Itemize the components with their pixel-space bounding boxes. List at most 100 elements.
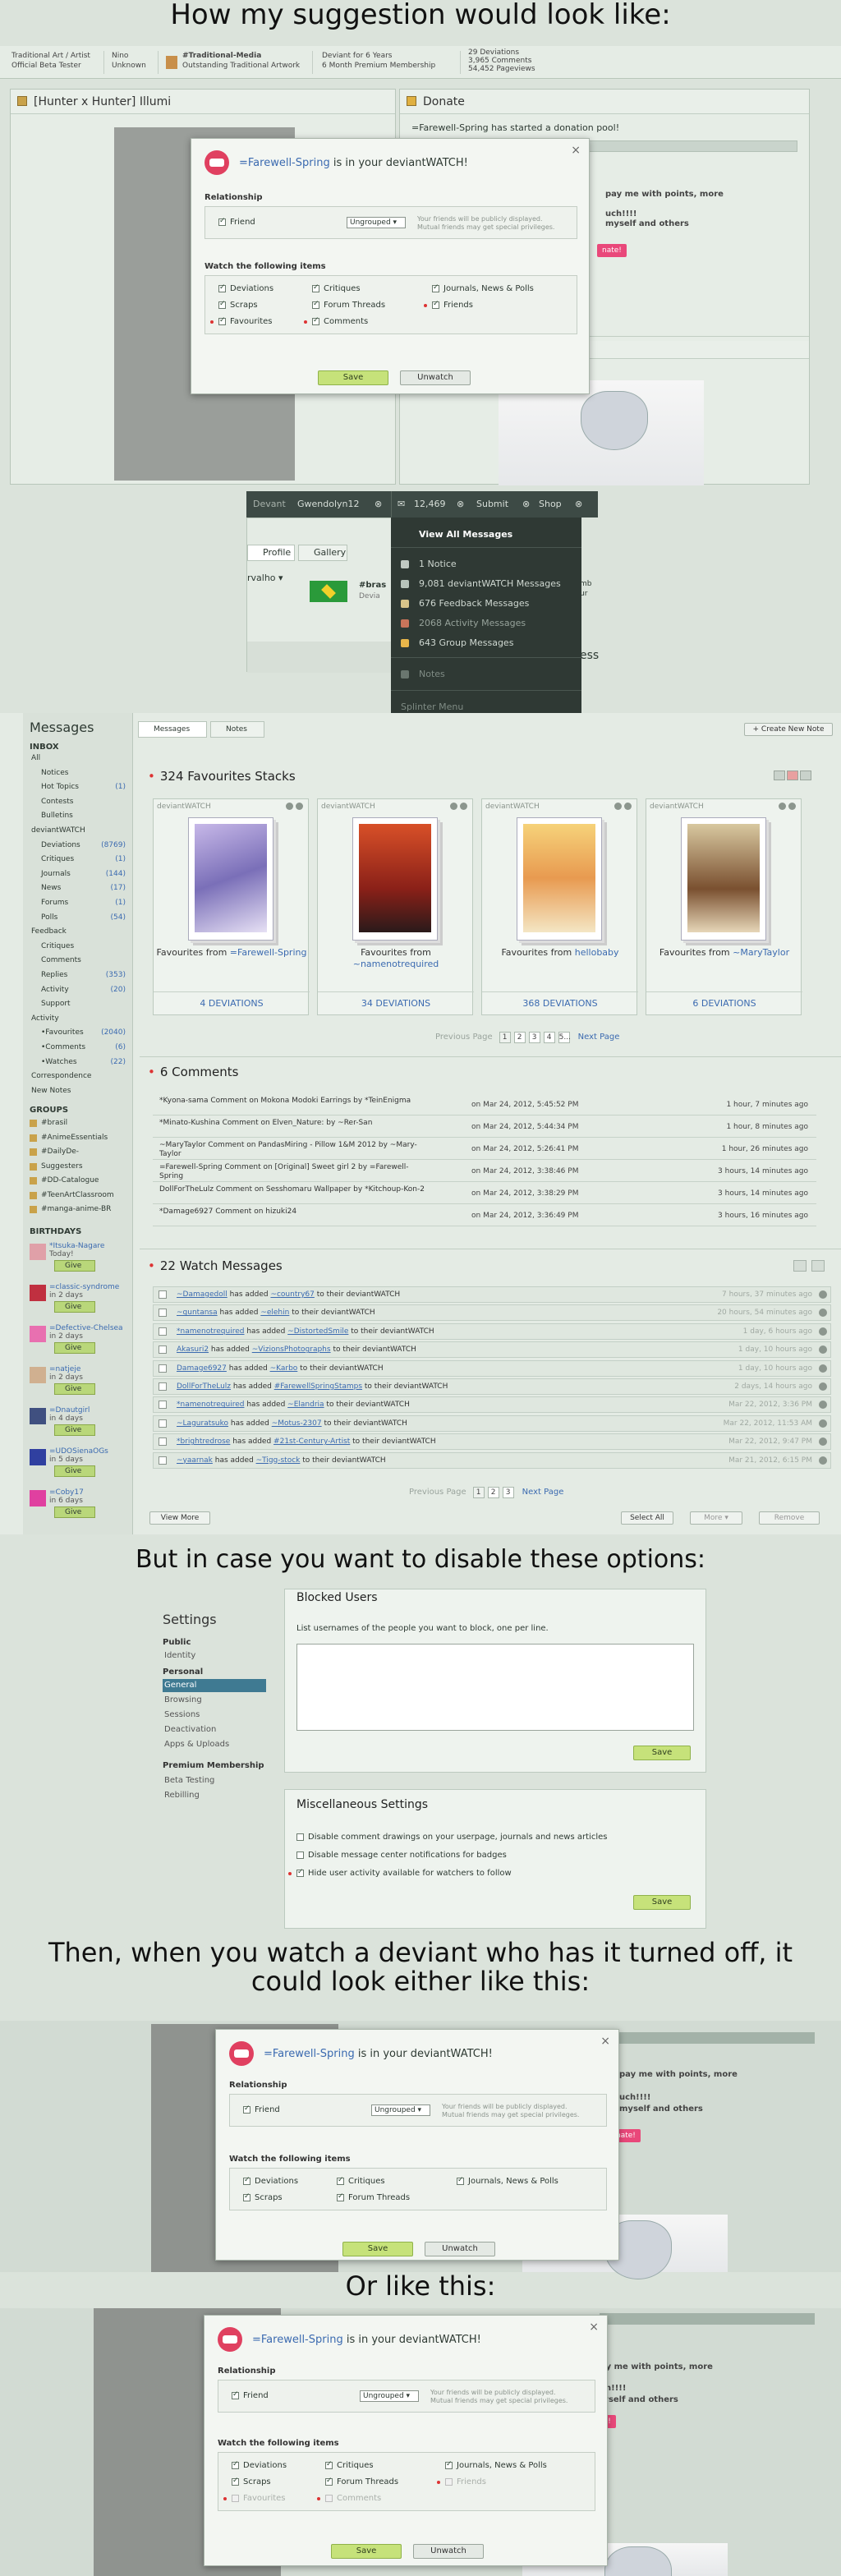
watch-select-checkbox[interactable] xyxy=(159,1382,167,1391)
sidebar-item[interactable]: Feedback xyxy=(31,927,122,936)
sidebar-item[interactable]: Critiques xyxy=(41,855,122,863)
birthday-user[interactable]: =natjeje xyxy=(49,1365,80,1373)
watch-select-checkbox[interactable] xyxy=(159,1327,167,1336)
group-item[interactable]: #TeenArtClassroom xyxy=(41,1191,114,1199)
view-more-button[interactable]: View More xyxy=(149,1511,210,1525)
give-button[interactable]: Give xyxy=(54,1506,95,1518)
birthday-user[interactable]: =UDOSienaOGs xyxy=(49,1447,108,1456)
close-icon-b[interactable]: × xyxy=(600,2035,610,2048)
favourites-checkbox[interactable]: Favourites xyxy=(218,316,273,326)
watch-select-checkbox[interactable] xyxy=(159,1401,167,1410)
sidebar-item[interactable]: New Notes xyxy=(31,1087,122,1095)
save-button-b[interactable]: Save xyxy=(342,2242,413,2256)
stack-menu-icon[interactable] xyxy=(614,803,622,810)
sidebar-item[interactable]: Notices xyxy=(41,769,122,777)
critiques-checkbox-c[interactable]: Critiques xyxy=(325,2460,374,2470)
group-item[interactable]: #DD-Catalogue xyxy=(41,1176,99,1184)
stack-menu-icon[interactable] xyxy=(779,803,786,810)
more-button[interactable]: More ▾ xyxy=(690,1511,742,1525)
watch-row[interactable]: *brightredrose has added #21st-Century-A… xyxy=(153,1433,831,1451)
view-grid-icon[interactable] xyxy=(774,770,785,780)
sidebar-item[interactable]: Correspondence xyxy=(31,1072,122,1080)
scraps-checkbox-c[interactable]: Scraps xyxy=(232,2477,271,2486)
remove-button[interactable]: Remove xyxy=(759,1511,820,1525)
critiques-checkbox-b[interactable]: Critiques xyxy=(337,2176,385,2186)
watch-user[interactable]: *namenotrequired xyxy=(177,1327,244,1336)
unwatch-button[interactable]: Unwatch xyxy=(400,370,471,385)
messages-icon[interactable]: ✉ xyxy=(398,499,405,509)
stack-menu-icon[interactable] xyxy=(286,803,293,810)
collapse-icon[interactable] xyxy=(793,1260,807,1272)
unwatch-button-b[interactable]: Unwatch xyxy=(425,2242,495,2256)
watch-row[interactable]: Damage6927 has added ~Karbo to their dev… xyxy=(153,1359,831,1377)
remove-icon[interactable] xyxy=(819,1456,827,1465)
prev-page-2[interactable]: Previous Page xyxy=(409,1488,466,1497)
comment-row[interactable]: =Farewell-Spring Comment on [Original] S… xyxy=(153,1162,816,1182)
friend-checkbox[interactable]: Friend xyxy=(218,217,255,227)
select-all-button[interactable]: Select All xyxy=(621,1511,673,1525)
comment-text[interactable]: *Minato-Kushina Comment on Elven_Nature:… xyxy=(159,1119,430,1128)
view-all-messages[interactable]: View All Messages xyxy=(419,529,512,540)
settings-browsing[interactable]: Browsing xyxy=(164,1695,202,1704)
group-item[interactable]: #manga-anime-BR xyxy=(41,1205,111,1213)
group-select-b[interactable]: Ungrouped ▾ xyxy=(371,2104,430,2116)
settings-beta[interactable]: Beta Testing xyxy=(164,1776,214,1785)
group-select[interactable]: Ungrouped ▾ xyxy=(347,217,406,228)
watch-target[interactable]: ~Motus-2307 xyxy=(272,1419,322,1428)
view-detail-icon[interactable] xyxy=(800,770,811,780)
watch-user[interactable]: ~guntansa xyxy=(177,1309,218,1317)
stack-count[interactable]: 368 Deviations xyxy=(482,991,638,1014)
stack-close-icon[interactable] xyxy=(460,803,467,810)
group-select-c[interactable]: Ungrouped ▾ xyxy=(360,2390,419,2402)
disable-drawings-checkbox[interactable]: Disable comment drawings on your userpag… xyxy=(296,1833,607,1842)
settings-apps[interactable]: Apps & Uploads xyxy=(164,1740,229,1749)
message-count[interactable]: 12,469 xyxy=(414,499,446,509)
watch-row[interactable]: ~yaarnak has added ~Tigg-stock to their … xyxy=(153,1451,831,1469)
forum-checkbox[interactable]: Forum Threads xyxy=(312,300,385,310)
group-item[interactable]: 643 Group Messages xyxy=(419,637,513,648)
donate-button[interactable]: nate! xyxy=(597,244,627,257)
watch-target[interactable]: ~Elandria xyxy=(287,1401,324,1409)
stack-close-icon[interactable] xyxy=(624,803,632,810)
prev-page[interactable]: Previous Page xyxy=(435,1033,493,1042)
stack-thumbnail[interactable] xyxy=(523,824,595,932)
chevron-down-icon[interactable]: ⊗ xyxy=(375,499,382,509)
sidebar-item[interactable]: News xyxy=(41,884,122,892)
favourites-stack[interactable]: deviantWATCH Favourites from hellobaby 368… xyxy=(481,798,638,1015)
give-button[interactable]: Give xyxy=(54,1301,95,1313)
avatar[interactable] xyxy=(30,1244,46,1260)
notice-item[interactable]: 1 Notice xyxy=(419,559,457,569)
group-item[interactable]: #DailyDe- xyxy=(41,1148,79,1156)
featured-group[interactable]: #Traditional-Media Outstanding Traditiona… xyxy=(182,51,300,71)
page-number[interactable]: 2 xyxy=(487,1487,499,1498)
watch-row[interactable]: Akasuri2 has added ~VizionsPhotographs t… xyxy=(153,1341,831,1359)
comment-row[interactable]: *Kyona-sama Comment on Mokona Modoki Ear… xyxy=(153,1096,816,1116)
birthday-user[interactable]: =Dnautgirl xyxy=(49,1406,90,1414)
hide-activity-checkbox[interactable]: Hide user activity available for watcher… xyxy=(296,1868,512,1878)
sidebar-item[interactable]: Bulletins xyxy=(41,812,122,820)
watch-user[interactable]: Damage6927 xyxy=(177,1364,227,1373)
friend-checkbox-c[interactable]: Friend xyxy=(232,2390,269,2400)
blocked-users-textarea[interactable] xyxy=(296,1644,694,1731)
forum-checkbox-c[interactable]: Forum Threads xyxy=(325,2477,398,2486)
tab-notes[interactable]: Notes xyxy=(210,721,264,738)
watch-row[interactable]: ~Laguratsuko has added ~Motus-2307 to th… xyxy=(153,1414,831,1432)
page-number[interactable]: 1 xyxy=(472,1487,485,1498)
watch-target[interactable]: ~VizionsPhotographs xyxy=(252,1346,331,1354)
sidebar-item[interactable]: Forums xyxy=(41,899,122,907)
deviations-checkbox-c[interactable]: Deviations xyxy=(232,2460,287,2470)
watch-row[interactable]: ~guntansa has added ~elehin to their dev… xyxy=(153,1304,831,1322)
stack-count[interactable]: 4 Deviations xyxy=(154,991,310,1014)
group-item[interactable]: #AnimeEssentials xyxy=(41,1134,108,1142)
watch-target[interactable]: #FarewellSpringStamps xyxy=(274,1382,362,1391)
settings-sessions[interactable]: Sessions xyxy=(164,1710,200,1719)
tab-profile[interactable]: Profile xyxy=(247,545,295,561)
watch-target[interactable]: #21st-Century-Artist xyxy=(273,1438,350,1446)
give-button[interactable]: Give xyxy=(54,1424,95,1436)
page-number[interactable]: 4 xyxy=(543,1032,555,1043)
favourites-stack[interactable]: deviantWATCH Favourites from =Farewell-Sp… xyxy=(153,798,310,1015)
watch-row[interactable]: *namenotrequired has added ~Elandria to … xyxy=(153,1396,831,1414)
forum-checkbox-b[interactable]: Forum Threads xyxy=(337,2192,410,2202)
anime-artwork[interactable] xyxy=(499,380,704,485)
save-button-c[interactable]: Save xyxy=(331,2544,402,2559)
